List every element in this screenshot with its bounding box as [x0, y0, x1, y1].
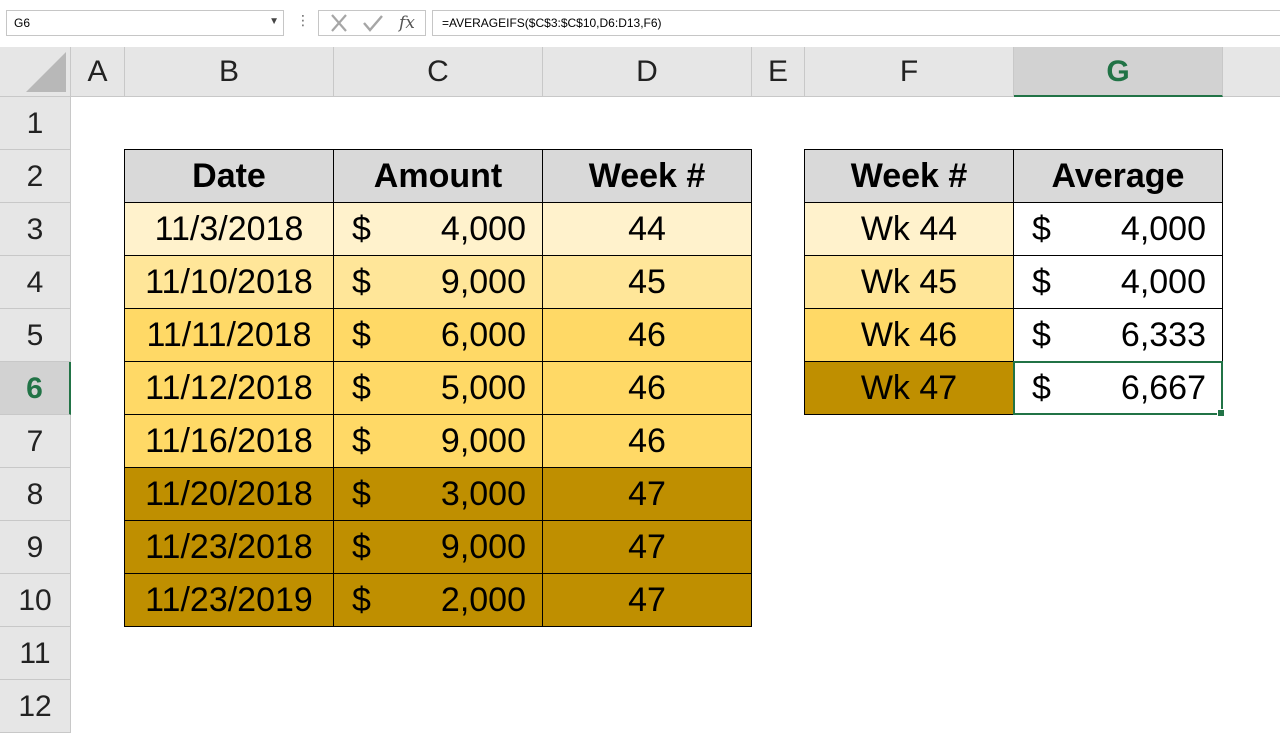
row-header-12[interactable]: 12 [0, 680, 71, 733]
currency-symbol: $ [352, 256, 371, 309]
average-value: 4,000 [1121, 203, 1206, 256]
currency-symbol: $ [352, 574, 371, 627]
row-header-10[interactable]: 10 [0, 574, 71, 627]
column-header-b[interactable]: B [125, 47, 334, 97]
table2-average-cell[interactable]: $ 6,333 [1013, 308, 1223, 362]
amount-value: 3,000 [441, 468, 526, 521]
amount-value: 4,000 [441, 203, 526, 256]
table2-week-cell[interactable]: Wk 44 [804, 202, 1014, 256]
currency-symbol: $ [352, 521, 371, 574]
row-header-7[interactable]: 7 [0, 415, 71, 468]
currency-symbol: $ [1032, 256, 1051, 309]
amount-value: 6,000 [441, 309, 526, 362]
currency-symbol: $ [352, 309, 371, 362]
table1-week-cell[interactable]: 46 [542, 361, 752, 415]
column-header-e[interactable]: E [752, 47, 805, 97]
amount-value: 9,000 [441, 521, 526, 574]
table2-header-average[interactable]: Average [1013, 149, 1223, 203]
table2-average-cell[interactable]: $ 4,000 [1013, 255, 1223, 309]
table2-week-cell[interactable]: Wk 47 [804, 361, 1014, 415]
table1-week-cell[interactable]: 46 [542, 414, 752, 468]
cancel-icon[interactable] [327, 12, 351, 34]
row-header-6[interactable]: 6 [0, 362, 71, 415]
formula-text: =AVERAGEIFS($C$3:$C$10,D6:D13,F6) [442, 16, 662, 30]
table1-amount-cell[interactable]: $ 9,000 [333, 414, 543, 468]
table1-header-date[interactable]: Date [124, 149, 334, 203]
table2-week-cell[interactable]: Wk 46 [804, 308, 1014, 362]
table1-week-cell[interactable]: 45 [542, 255, 752, 309]
formula-buttons: fx [318, 10, 426, 36]
table1-amount-cell[interactable]: $ 2,000 [333, 573, 543, 627]
currency-symbol: $ [352, 415, 371, 468]
formula-bar: G6 ▼ ⋮ fx =AVERAGEIFS($C$3:$C$10,D6:D13,… [0, 0, 1280, 48]
table1-week-cell[interactable]: 47 [542, 467, 752, 521]
table1-date-cell[interactable]: 11/3/2018 [124, 202, 334, 256]
table1-date-cell[interactable]: 11/16/2018 [124, 414, 334, 468]
table1-amount-cell[interactable]: $ 9,000 [333, 520, 543, 574]
column-header-blank [1223, 47, 1280, 97]
table1-date-cell[interactable]: 11/12/2018 [124, 361, 334, 415]
table2-week-cell[interactable]: Wk 45 [804, 255, 1014, 309]
row-header-5[interactable]: 5 [0, 309, 71, 362]
currency-symbol: $ [352, 362, 371, 415]
formula-input[interactable]: =AVERAGEIFS($C$3:$C$10,D6:D13,F6) [432, 10, 1280, 36]
currency-symbol: $ [1032, 203, 1051, 256]
table1-week-cell[interactable]: 44 [542, 202, 752, 256]
average-value: 6,667 [1121, 362, 1206, 415]
column-header-f[interactable]: F [805, 47, 1014, 97]
row-header-1[interactable]: 1 [0, 97, 71, 150]
column-header-d[interactable]: D [543, 47, 752, 97]
table1-amount-cell[interactable]: $ 3,000 [333, 467, 543, 521]
name-box-value: G6 [14, 16, 30, 30]
currency-symbol: $ [352, 203, 371, 256]
column-header-a[interactable]: A [71, 47, 125, 97]
chevron-down-icon[interactable]: ▼ [269, 16, 279, 27]
table1-amount-cell[interactable]: $ 9,000 [333, 255, 543, 309]
column-header-c[interactable]: C [334, 47, 543, 97]
currency-symbol: $ [1032, 309, 1051, 362]
vertical-dots-icon[interactable]: ⋮ [296, 13, 310, 27]
table1-header-week[interactable]: Week # [542, 149, 752, 203]
row-header-11[interactable]: 11 [0, 627, 71, 680]
table1-week-cell[interactable]: 47 [542, 520, 752, 574]
table2-average-cell-selected[interactable]: $ 6,667 [1013, 361, 1223, 415]
table1-date-cell[interactable]: 11/23/2019 [124, 573, 334, 627]
enter-icon[interactable] [361, 12, 385, 34]
amount-value: 9,000 [441, 256, 526, 309]
select-all-triangle-icon [26, 52, 66, 92]
name-box[interactable]: G6 ▼ [6, 10, 284, 36]
table1-date-cell[interactable]: 11/20/2018 [124, 467, 334, 521]
amount-value: 5,000 [441, 362, 526, 415]
select-all-corner[interactable] [0, 47, 71, 97]
row-header-3[interactable]: 3 [0, 203, 71, 256]
amount-value: 2,000 [441, 574, 526, 627]
currency-symbol: $ [1032, 362, 1051, 415]
row-header-4[interactable]: 4 [0, 256, 71, 309]
table1-date-cell[interactable]: 11/23/2018 [124, 520, 334, 574]
table1-amount-cell[interactable]: $ 6,000 [333, 308, 543, 362]
column-header-g[interactable]: G [1014, 47, 1223, 97]
table2-average-cell[interactable]: $ 4,000 [1013, 202, 1223, 256]
table1-amount-cell[interactable]: $ 4,000 [333, 202, 543, 256]
amount-value: 9,000 [441, 415, 526, 468]
average-value: 6,333 [1121, 309, 1206, 362]
average-value: 4,000 [1121, 256, 1206, 309]
currency-symbol: $ [352, 468, 371, 521]
table1-amount-cell[interactable]: $ 5,000 [333, 361, 543, 415]
row-header-2[interactable]: 2 [0, 150, 71, 203]
table1-date-cell[interactable]: 11/11/2018 [124, 308, 334, 362]
row-header-9[interactable]: 9 [0, 521, 71, 574]
table1-week-cell[interactable]: 46 [542, 308, 752, 362]
table1-date-cell[interactable]: 11/10/2018 [124, 255, 334, 309]
fx-icon[interactable]: fx [395, 12, 419, 34]
table1-week-cell[interactable]: 47 [542, 573, 752, 627]
table1-header-amount[interactable]: Amount [333, 149, 543, 203]
table2-header-week[interactable]: Week # [804, 149, 1014, 203]
row-header-8[interactable]: 8 [0, 468, 71, 521]
